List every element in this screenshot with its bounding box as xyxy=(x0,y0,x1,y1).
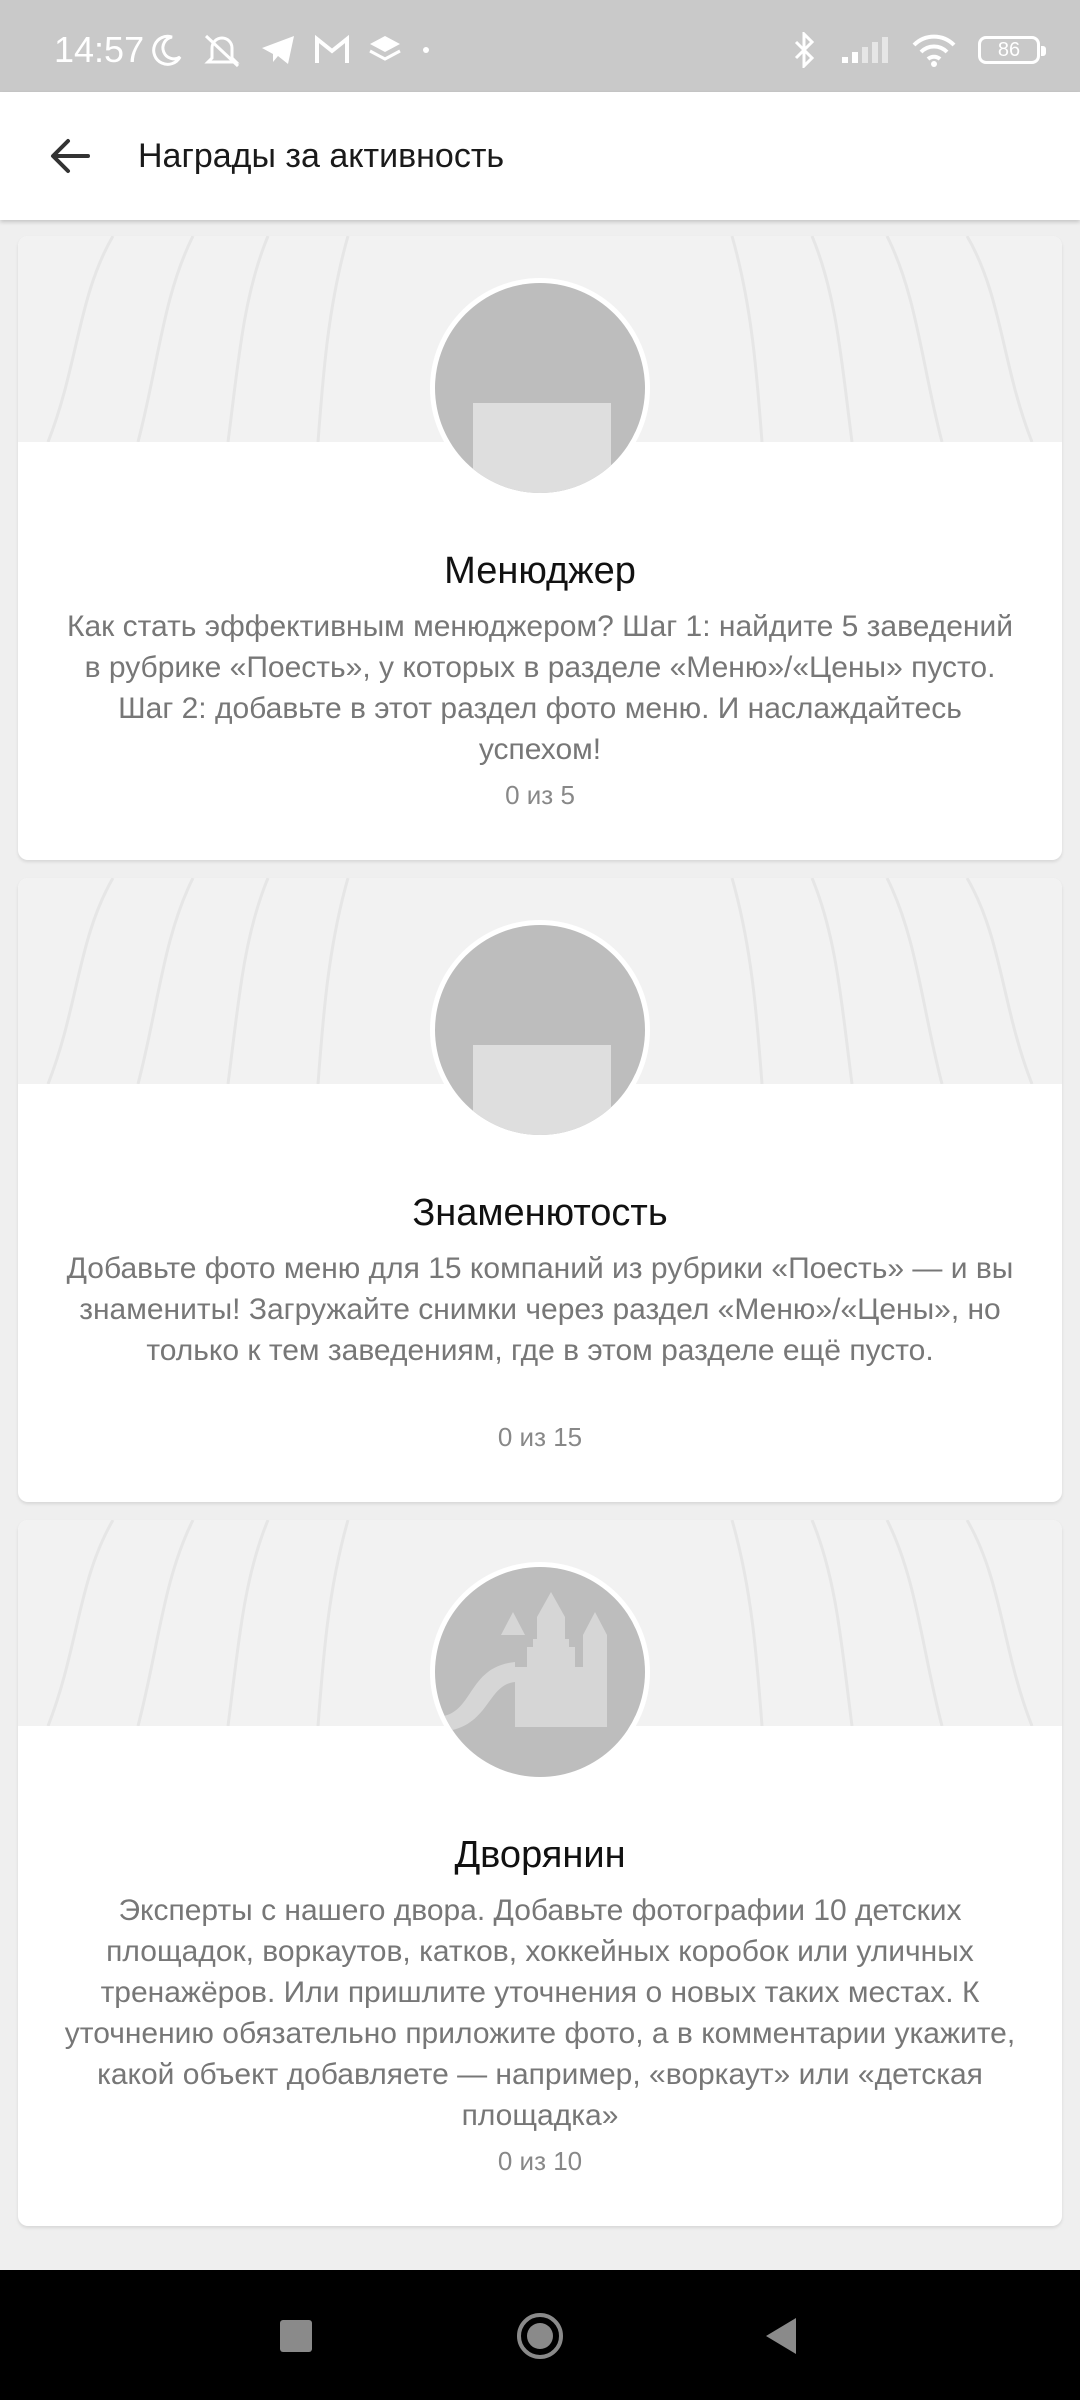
badge xyxy=(430,1562,650,1782)
menu-badge-icon xyxy=(435,925,645,1135)
card-progress: 0 из 15 xyxy=(497,1422,583,1452)
achievement-card-znamenutost[interactable]: Знаменютость Добавьте фото меню для 15 к… xyxy=(18,878,1062,1502)
card-title: Дворянин xyxy=(454,1834,626,1876)
card-progress: 0 из 5 xyxy=(505,780,575,810)
badge xyxy=(430,920,650,1140)
card-description: Добавьте фото меню для 15 компаний из ру… xyxy=(66,1252,1014,1367)
status-bar: 14:57 86 xyxy=(0,0,1080,92)
card-description: Как стать эффективным менюджером? Шаг 1:… xyxy=(67,610,1013,766)
castle-badge-icon xyxy=(435,1567,645,1777)
telegram-icon xyxy=(262,36,294,64)
home-button[interactable] xyxy=(514,2310,566,2362)
card-title: Менюджер xyxy=(444,550,636,592)
bluetooth-icon xyxy=(794,32,815,68)
status-time: 14:57 xyxy=(54,29,145,70)
moon-icon xyxy=(152,34,182,66)
status-left-icons xyxy=(150,32,432,68)
badge xyxy=(430,278,650,498)
page-title: Награды за активность xyxy=(138,137,505,175)
arrow-left-icon xyxy=(51,139,90,173)
card-title: Знаменютость xyxy=(412,1192,668,1234)
wifi-icon xyxy=(912,34,956,67)
achievement-card-dvoryanin[interactable]: Дворянин Эксперты с нашего двора. Добавь… xyxy=(18,1520,1062,2226)
menu-badge-icon xyxy=(435,283,645,493)
back-nav-button[interactable] xyxy=(756,2310,808,2362)
signal-icon xyxy=(842,37,888,63)
recents-button[interactable] xyxy=(270,2310,322,2362)
layers-icon xyxy=(369,36,401,61)
system-nav-bar xyxy=(0,2270,1080,2400)
back-triangle-icon xyxy=(766,2318,796,2354)
card-progress: 0 из 10 xyxy=(497,2146,583,2176)
card-description: Эксперты с нашего двора. Добавьте фотогр… xyxy=(64,1894,1016,2132)
bell-off-icon xyxy=(204,34,240,68)
achievement-card-menudjer[interactable]: Менюджер Как стать эффективным менюджеро… xyxy=(18,236,1062,860)
recents-square-icon xyxy=(280,2320,312,2352)
dot-icon xyxy=(423,47,429,53)
status-right-icons: 86 xyxy=(792,32,1046,68)
back-button[interactable] xyxy=(48,128,108,184)
home-circle-icon xyxy=(517,2313,563,2359)
app-header: Награды за активность xyxy=(0,92,1080,220)
gmail-icon xyxy=(315,35,349,63)
battery-icon: 86 xyxy=(978,36,1046,64)
